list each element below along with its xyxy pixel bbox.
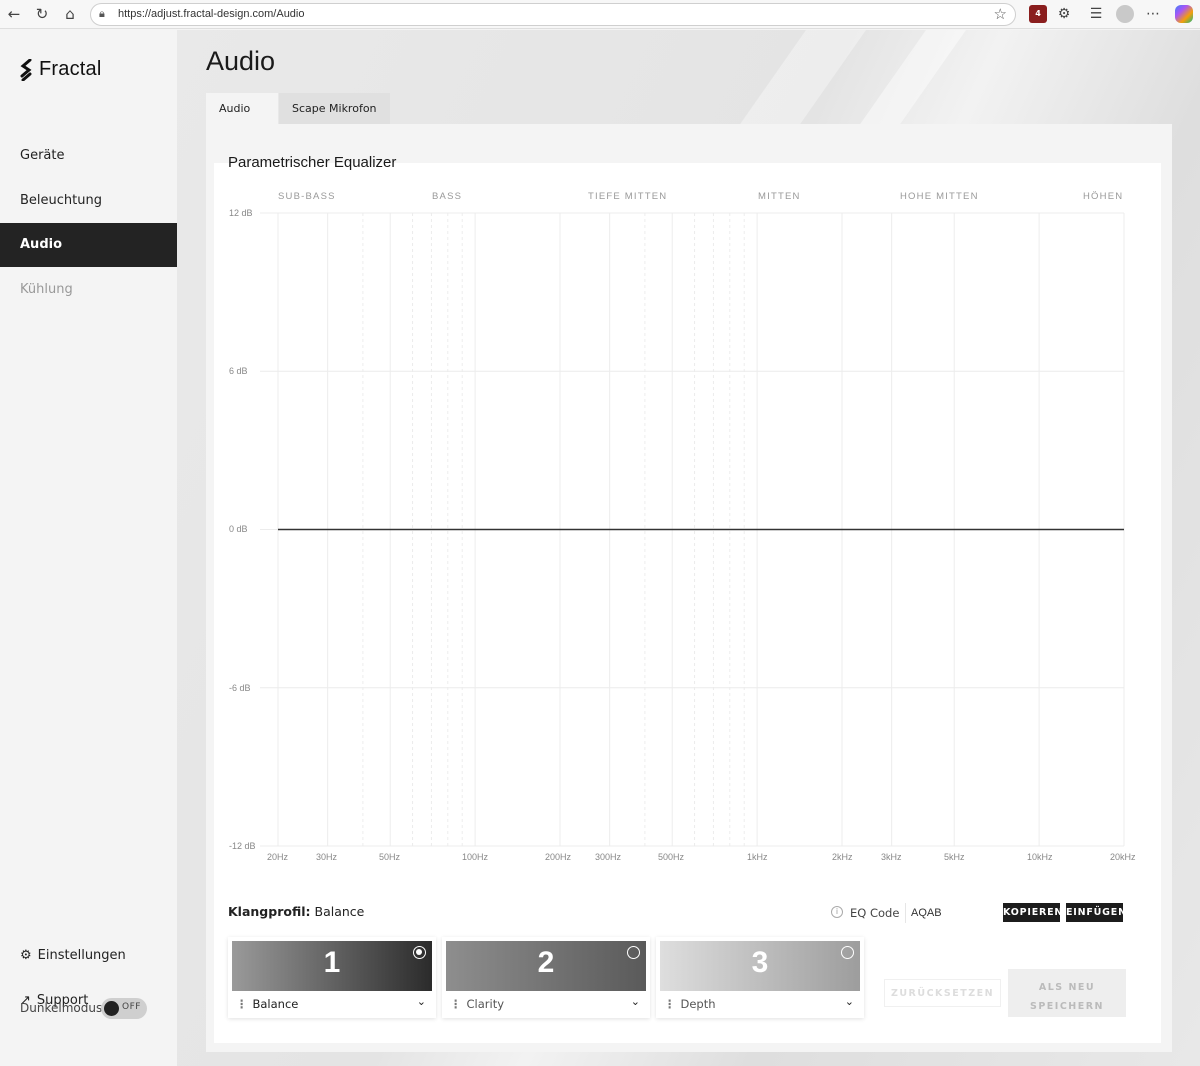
x-tick-label: 20kHz bbox=[1110, 852, 1136, 862]
tab-audio[interactable]: Audio bbox=[206, 93, 278, 124]
band-label: TIEFE MITTEN bbox=[588, 191, 668, 202]
x-tick-label: 2kHz bbox=[832, 852, 853, 862]
copilot-icon[interactable] bbox=[1175, 5, 1193, 23]
x-tick-label: 100Hz bbox=[462, 852, 489, 862]
drag-handle-icon[interactable]: ⋮ bbox=[664, 997, 676, 1011]
band-label: BASS bbox=[432, 191, 463, 202]
x-tick-label: 500Hz bbox=[658, 852, 685, 862]
profile-radio[interactable] bbox=[841, 946, 854, 959]
settings-link[interactable]: ⚙ Einstellungen bbox=[20, 948, 126, 963]
profile-number: 1 bbox=[323, 946, 341, 979]
x-tick-label: 10kHz bbox=[1027, 852, 1053, 862]
chevron-down-icon[interactable]: ⌄ bbox=[845, 995, 854, 1008]
sidebar-item-audio[interactable]: Audio bbox=[0, 223, 177, 267]
dark-mode-toggle[interactable]: OFF bbox=[101, 998, 147, 1019]
chevron-down-icon[interactable]: ⌄ bbox=[631, 995, 640, 1008]
profile-name-text: Balance bbox=[252, 997, 299, 1011]
sound-profile-label: Klangprofil: Balance bbox=[228, 904, 364, 919]
profile-number: 2 bbox=[537, 946, 555, 979]
profile-swatch: 3 bbox=[660, 941, 860, 991]
equalizer-title: Parametrischer Equalizer bbox=[228, 154, 397, 171]
sound-profile-prefix: Klangprofil: bbox=[228, 904, 311, 919]
browser-toolbar: ← ↻ ⌂ 🔒︎ https://adjust.fractal-design.c… bbox=[0, 0, 1200, 29]
url-text: https://adjust.fractal-design.com/Audio bbox=[118, 8, 305, 20]
gear-icon: ⚙ bbox=[20, 948, 32, 963]
fractal-logo[interactable]: Fractal bbox=[20, 58, 102, 81]
x-tick-label: 30Hz bbox=[316, 852, 338, 862]
address-bar[interactable]: 🔒︎ https://adjust.fractal-design.com/Aud… bbox=[90, 3, 1016, 26]
favorite-star-icon[interactable]: ☆ bbox=[994, 5, 1007, 23]
profile-radio[interactable] bbox=[413, 946, 426, 959]
paste-button[interactable]: EINFÜGEN bbox=[1066, 903, 1126, 922]
settings-label: Einstellungen bbox=[37, 948, 126, 963]
band-label: MITTEN bbox=[758, 191, 801, 202]
drag-handle-icon[interactable]: ⋮ bbox=[450, 997, 462, 1011]
band-label: HOHE MITTEN bbox=[900, 191, 979, 202]
x-tick-label: 200Hz bbox=[545, 852, 572, 862]
logo-text: Fractal bbox=[39, 58, 102, 80]
favorites-list-icon[interactable]: ☰ bbox=[1087, 5, 1105, 23]
profile-swatch: 2 bbox=[446, 941, 646, 991]
y-tick-label: 0 dB bbox=[229, 524, 248, 534]
save-as-new-line1: ALS NEU bbox=[1038, 982, 1096, 993]
sidebar: Fractal Geräte Beleuchtung Audio Kühlung bbox=[0, 30, 177, 1066]
x-tick-label: 20Hz bbox=[267, 852, 289, 862]
profile-radio[interactable] bbox=[627, 946, 640, 959]
reload-icon[interactable]: ↻ bbox=[31, 4, 53, 24]
toggle-state: OFF bbox=[122, 1002, 141, 1012]
y-tick-label: -12 dB bbox=[229, 841, 256, 851]
dark-mode-label: Dunkelmodus bbox=[20, 1001, 103, 1015]
profile-name[interactable]: ⋮ Depth bbox=[664, 997, 716, 1011]
reset-button[interactable]: ZURÜCKSETZEN bbox=[884, 979, 1001, 1007]
save-as-new-button[interactable]: ALS NEU SPEICHERN bbox=[1008, 969, 1126, 1017]
extensions-puzzle-icon[interactable]: ⚙ bbox=[1055, 5, 1073, 23]
ublock-extension-icon[interactable]: 4 bbox=[1029, 5, 1047, 23]
eq-code-input[interactable] bbox=[905, 903, 1000, 923]
copy-button[interactable]: KOPIEREN bbox=[1003, 903, 1062, 922]
x-tick-label: 5kHz bbox=[944, 852, 965, 862]
profile-name-text: Depth bbox=[680, 997, 716, 1011]
sidebar-item-beleuchtung[interactable]: Beleuchtung bbox=[0, 179, 177, 223]
band-label: HÖHEN bbox=[1083, 191, 1124, 202]
home-icon[interactable]: ⌂ bbox=[59, 4, 81, 24]
x-tick-label: 1kHz bbox=[747, 852, 768, 862]
profile-swatch: 1 bbox=[232, 941, 432, 991]
band-label: SUB-BASS bbox=[278, 191, 336, 202]
eq-code-label: EQ Code bbox=[850, 906, 900, 920]
page-title: Audio bbox=[206, 46, 276, 76]
sidebar-item-geraete[interactable]: Geräte bbox=[0, 134, 177, 178]
save-as-new-line2: SPEICHERN bbox=[1029, 1001, 1104, 1012]
info-icon[interactable]: i bbox=[831, 906, 843, 918]
profile-avatar-icon[interactable] bbox=[1116, 5, 1134, 23]
extension-badge: 4 bbox=[1035, 9, 1041, 18]
x-tick-label: 50Hz bbox=[379, 852, 401, 862]
profile-number: 3 bbox=[751, 946, 769, 979]
profile-name-text: Clarity bbox=[466, 997, 505, 1011]
profile-card-2[interactable]: 2 ⋮ Clarity ⌄ bbox=[442, 937, 650, 1018]
x-tick-label: 300Hz bbox=[595, 852, 622, 862]
profile-card-1[interactable]: 1 ⋮ Balance ⌄ bbox=[228, 937, 436, 1018]
back-icon[interactable]: ← bbox=[3, 4, 25, 24]
sidebar-item-kuehlung[interactable]: Kühlung bbox=[0, 268, 177, 312]
profile-card-3[interactable]: 3 ⋮ Depth ⌄ bbox=[656, 937, 864, 1018]
profile-name[interactable]: ⋮ Balance bbox=[236, 997, 298, 1011]
y-tick-label: -6 dB bbox=[229, 683, 251, 693]
profile-name[interactable]: ⋮ Clarity bbox=[450, 997, 504, 1011]
site-info-icon[interactable]: 🔒︎ bbox=[99, 7, 105, 21]
sound-profile-value: Balance bbox=[314, 904, 365, 919]
more-menu-icon[interactable]: ⋯ bbox=[1144, 5, 1162, 23]
y-tick-label: 6 dB bbox=[229, 366, 248, 376]
tab-scape-mikrofon[interactable]: Scape Mikrofon bbox=[279, 93, 390, 124]
x-tick-label: 3kHz bbox=[881, 852, 902, 862]
chevron-down-icon[interactable]: ⌄ bbox=[417, 995, 426, 1008]
drag-handle-icon[interactable]: ⋮ bbox=[236, 997, 248, 1011]
fractal-logo-icon bbox=[20, 58, 32, 81]
y-tick-label: 12 dB bbox=[229, 208, 253, 218]
toggle-knob bbox=[104, 1001, 119, 1016]
